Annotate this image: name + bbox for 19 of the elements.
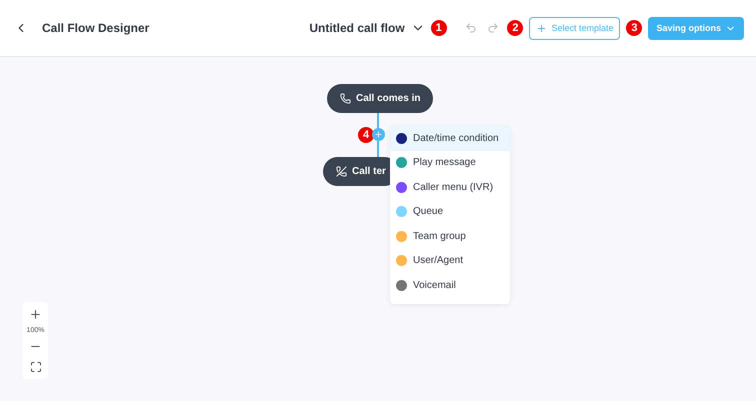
menu-item[interactable]: Queue — [390, 200, 510, 224]
marker-badge: 3 — [626, 20, 642, 36]
menu-item[interactable]: Voicemail — [390, 273, 510, 298]
hang-up-icon — [336, 166, 347, 177]
fit-screen-icon — [30, 361, 42, 373]
marker-badge: 2 — [507, 20, 524, 36]
flow-name: Untitled call flow — [309, 21, 405, 35]
menu-item[interactable]: User/Agent — [390, 248, 510, 273]
plus-icon — [374, 130, 383, 139]
plus-icon — [536, 22, 548, 34]
phone-icon — [340, 93, 351, 104]
add-step-button[interactable] — [372, 128, 385, 141]
page-title: Call Flow Designer — [42, 21, 150, 35]
marker-badge: 1 — [430, 20, 447, 36]
flow-node: Call comes in — [327, 84, 434, 113]
plus-icon — [29, 308, 42, 321]
menu-item[interactable]: Date/time condition — [390, 126, 510, 150]
menu-item[interactable]: Team group — [390, 224, 510, 248]
marker-badge: 4 — [358, 127, 374, 143]
